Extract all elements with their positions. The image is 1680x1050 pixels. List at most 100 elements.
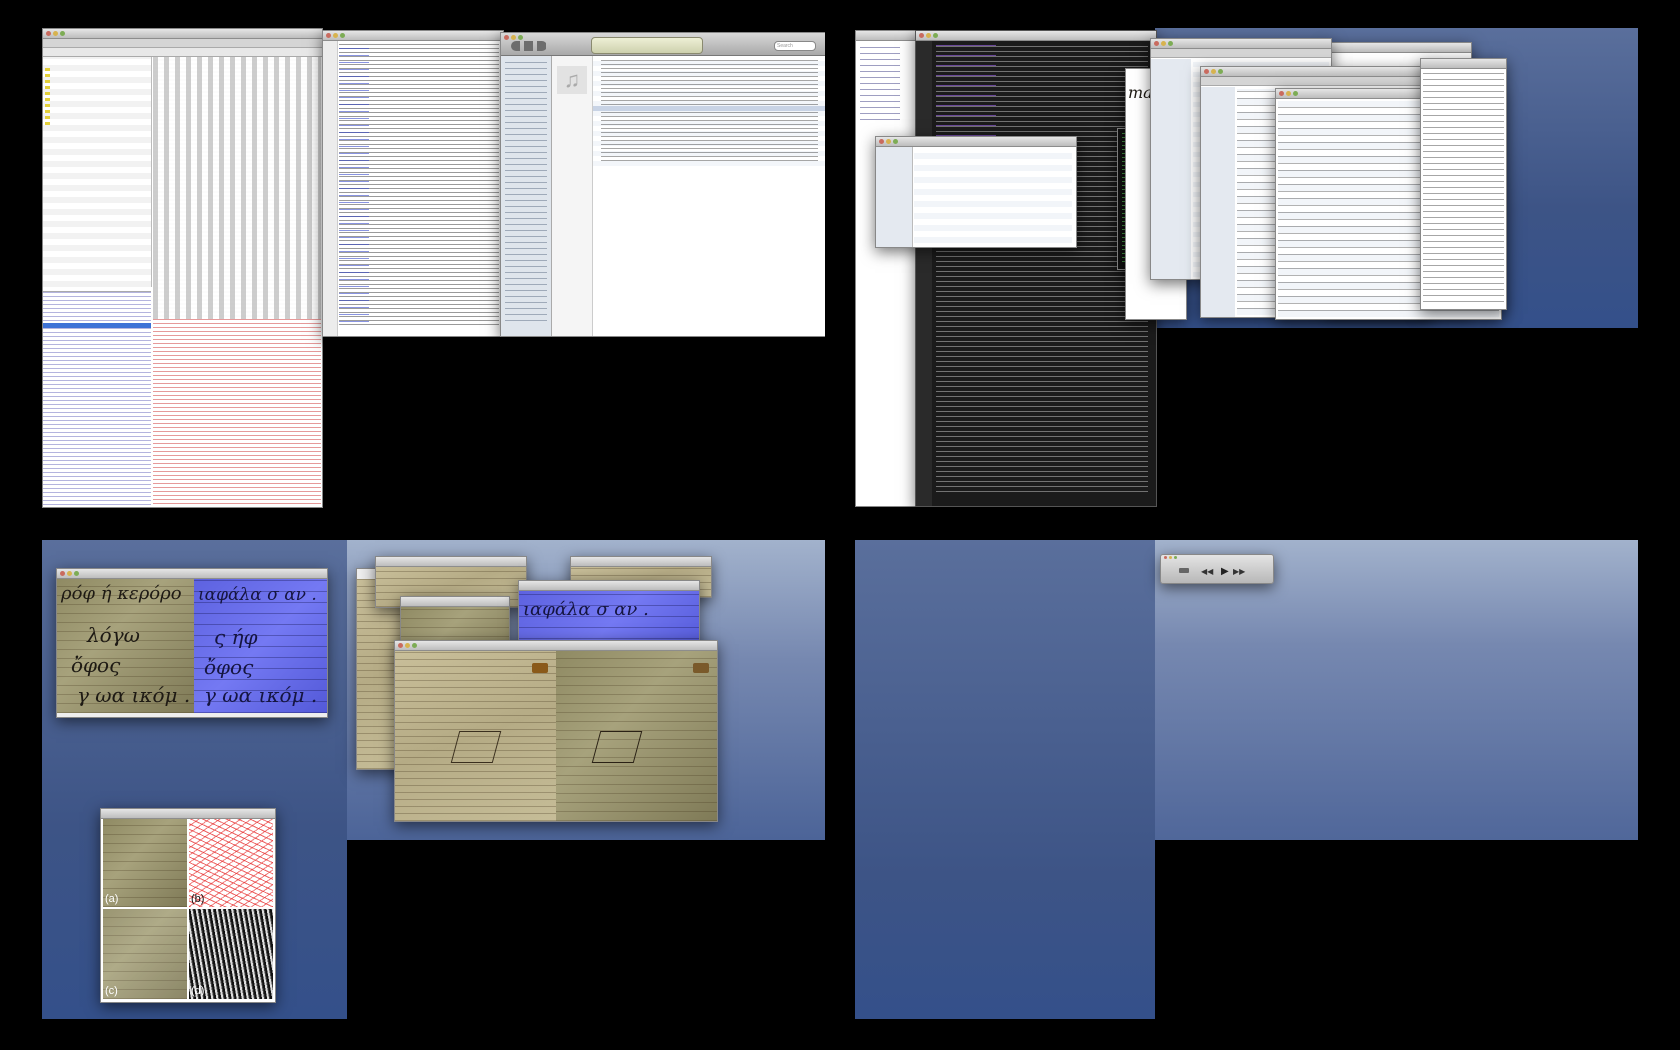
diagram-sketch (450, 731, 502, 763)
space-4-desktop-left (855, 540, 1155, 1019)
finder-window[interactable] (875, 136, 1077, 248)
file-browser-1-sidebar[interactable] (1151, 59, 1191, 279)
finder-file-list[interactable] (914, 151, 1072, 243)
file-browser-2-sidebar[interactable] (1201, 87, 1235, 317)
itunes-header[interactable]: Search (501, 33, 825, 56)
window-controls[interactable] (326, 33, 345, 38)
sidebar-items[interactable] (505, 60, 547, 326)
manuscript-line-3: ὄφος (71, 653, 121, 677)
file-browser-2-titlebar[interactable] (1201, 67, 1431, 77)
uv-line-4: γ ωα ικόμ . (204, 683, 318, 707)
log-window[interactable] (42, 28, 323, 508)
code-keywords (339, 43, 369, 328)
data-grid (153, 57, 321, 319)
manuscript-uv-titlebar[interactable] (519, 581, 699, 591)
project-sidebar-window[interactable] (855, 30, 917, 507)
file-browser-window-4[interactable] (1420, 58, 1507, 310)
quad-panel-c: (c) (103, 909, 187, 999)
album-art-pane: ♫ (552, 56, 593, 336)
space-4-desktop-right (1155, 540, 1638, 840)
variables-table-markers (45, 65, 50, 125)
track-list[interactable] (593, 56, 825, 166)
project-tree[interactable] (860, 45, 900, 125)
file-browser-2-toolbar[interactable] (1201, 77, 1431, 86)
music-note-icon: ♫ (557, 66, 587, 94)
finder-titlebar[interactable] (876, 137, 1076, 147)
manuscript-line-2: λόγω (87, 623, 140, 647)
space-2[interactable]: main (855, 28, 1638, 508)
manuscript-small-titlebar[interactable] (401, 597, 509, 607)
quad-panel-d: (d) (189, 909, 273, 999)
log-window-toolbar[interactable] (43, 39, 322, 48)
file-browser-back-titlebar[interactable] (1326, 43, 1471, 53)
quad-label-c: (c) (105, 985, 118, 997)
file-browser-4-titlebar[interactable] (1421, 59, 1506, 69)
play-icon[interactable]: ▶ (1221, 566, 1229, 577)
image-compare-titlebar[interactable] (57, 569, 327, 579)
code-editor-window[interactable] (322, 30, 504, 337)
window-controls[interactable] (879, 139, 898, 144)
space-3[interactable]: ρόφ ή κερόρο λόγω ὄφος γ ωα ικόμ . ιαφάλ… (42, 540, 825, 1019)
manuscript-page-right (556, 651, 717, 821)
manuscript-line-1: ρόφ ή κερόρο (61, 583, 182, 604)
playback-controls[interactable] (511, 41, 547, 51)
window-controls[interactable] (1164, 556, 1177, 559)
window-controls[interactable] (398, 643, 417, 648)
editor-gutter (916, 41, 932, 506)
quad-figure-titlebar[interactable] (101, 809, 275, 819)
project-sidebar-titlebar[interactable] (856, 31, 916, 41)
manuscript-back-2-titlebar[interactable] (376, 557, 526, 567)
mini-player-titlebar[interactable] (1161, 555, 1273, 561)
crown-ornament-2 (693, 663, 709, 673)
window-controls[interactable] (1279, 91, 1298, 96)
search-field[interactable]: Search (774, 41, 816, 51)
quad-panel-b: (b) (189, 819, 273, 907)
crown-ornament (532, 663, 548, 673)
manuscript-back-3-titlebar[interactable] (571, 557, 711, 567)
window-controls[interactable] (1154, 41, 1173, 46)
image-compare-window[interactable]: ρόφ ή κερόρο λόγω ὄφος γ ωα ικόμ . ιαφάλ… (56, 568, 328, 718)
space-1[interactable]: Search ♫ (42, 28, 825, 508)
quad-label-d: (d) (191, 985, 205, 997)
quad-panel-a: (a) (103, 819, 187, 907)
manuscript-stack-main[interactable] (394, 640, 718, 822)
selected-track[interactable] (593, 106, 825, 111)
manuscript-page-left (395, 651, 556, 821)
mini-player[interactable]: ◀◀ ▶ ▶▶ (1160, 554, 1274, 584)
lcd-display (591, 37, 703, 54)
space-4[interactable]: ◀◀ ▶ ▶▶ (855, 540, 1638, 1019)
quad-label-b: (b) (191, 893, 205, 905)
window-controls[interactable] (504, 35, 523, 40)
itunes-sidebar[interactable] (501, 56, 552, 336)
window-controls[interactable] (46, 31, 65, 36)
finder-sidebar[interactable] (876, 147, 913, 247)
file-browser-1-toolbar[interactable] (1151, 49, 1331, 58)
window-controls[interactable] (1204, 69, 1223, 74)
itunes-window[interactable]: Search ♫ (500, 32, 825, 337)
manuscript-uv-text: ιαφάλα σ αν . (523, 599, 649, 620)
text-editor-titlebar[interactable] (916, 31, 1156, 41)
next-icon[interactable]: ▶▶ (1233, 567, 1245, 576)
code-editor-titlebar[interactable] (323, 31, 503, 41)
window-controls[interactable] (60, 571, 79, 576)
variables-table (43, 57, 152, 287)
console-output (153, 319, 321, 507)
highlighted-line (43, 323, 151, 328)
volume-icon[interactable] (1179, 568, 1189, 573)
uv-line-2: ς ήφ (214, 625, 258, 649)
diagram-sketch-2 (591, 731, 643, 763)
manuscript-line-4: γ ωα ικόμ . (77, 683, 191, 707)
uv-image: ιαφάλα σ αν . ς ήφ ὄφος γ ωα ικόμ . (194, 579, 327, 713)
quad-label-a: (a) (105, 893, 119, 905)
manuscript-main-titlebar[interactable] (395, 641, 717, 651)
log-window-toolbar-2[interactable] (43, 48, 322, 57)
file-browser-4-list (1423, 71, 1504, 307)
previous-icon[interactable]: ◀◀ (1201, 567, 1213, 576)
quad-figure-window[interactable]: (a) (b) (c) (d) (100, 808, 276, 1003)
log-window-titlebar[interactable] (43, 29, 322, 39)
track-text (601, 58, 818, 164)
file-browser-1-titlebar[interactable] (1151, 39, 1331, 49)
space-3-black-area (347, 840, 825, 1019)
window-controls[interactable] (919, 33, 938, 38)
line-number-gutter (323, 41, 338, 336)
